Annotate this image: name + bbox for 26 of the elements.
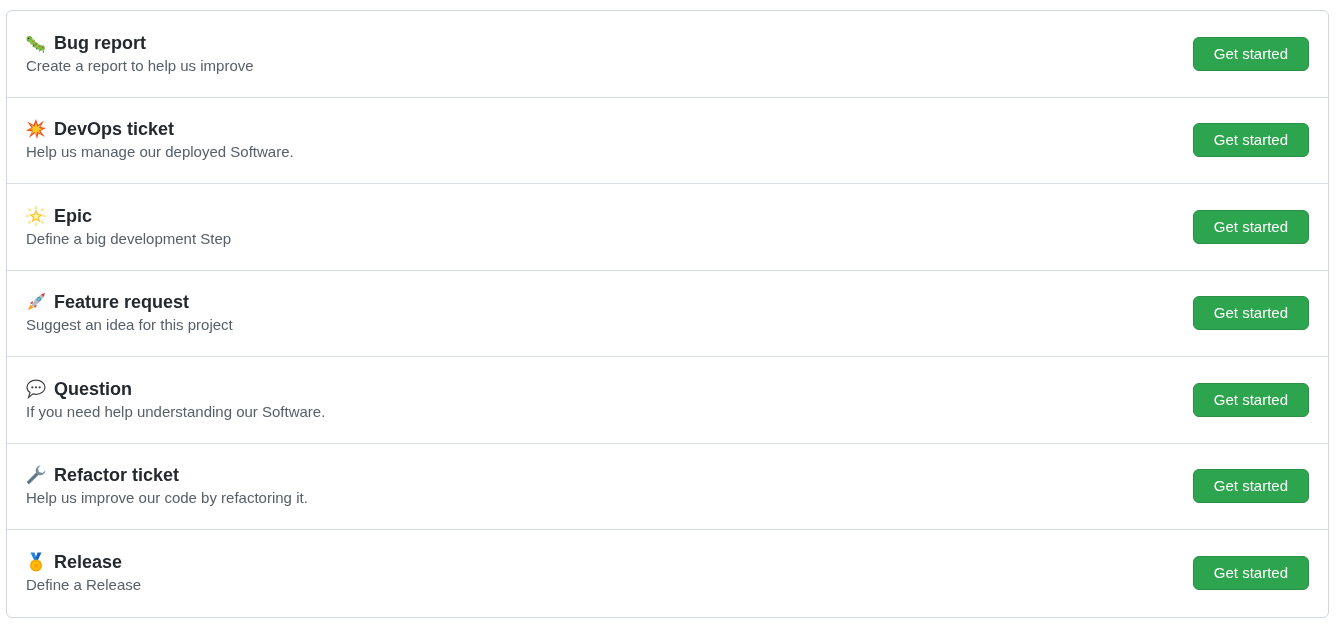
template-title: Epic (54, 204, 92, 227)
get-started-button[interactable]: Get started (1192, 296, 1309, 331)
star-icon (26, 205, 46, 226)
template-description: Create a report to help us improve (26, 55, 254, 76)
get-started-button[interactable]: Get started (1192, 382, 1309, 417)
burst-icon (26, 119, 46, 140)
template-title: Release (54, 551, 123, 574)
template-description: Define a Release (26, 575, 142, 596)
template-title: Bug report (54, 31, 146, 54)
template-description: Define a big development Step (26, 228, 232, 249)
wrench-icon (26, 465, 46, 486)
get-started-button[interactable]: Get started (1192, 556, 1309, 591)
get-started-button[interactable]: Get started (1192, 469, 1309, 504)
speech-bubble-icon (26, 378, 46, 399)
get-started-button[interactable]: Get started (1192, 209, 1309, 244)
template-title: Feature request (54, 291, 190, 314)
get-started-button[interactable]: Get started (1192, 123, 1309, 158)
rocket-icon (26, 292, 46, 313)
get-started-button[interactable]: Get started (1192, 36, 1309, 71)
template-description: Suggest an idea for this project (26, 315, 233, 336)
template-description: Help us improve our code by refactoring it. (26, 488, 308, 509)
template-title: Refactor ticket (54, 464, 180, 487)
template-description: If you need help understanding our Software. (26, 401, 326, 422)
template-title: Question (54, 377, 132, 400)
template-title: DevOps ticket (54, 118, 175, 141)
template-description: Help us manage our deployed Software. (26, 142, 294, 163)
